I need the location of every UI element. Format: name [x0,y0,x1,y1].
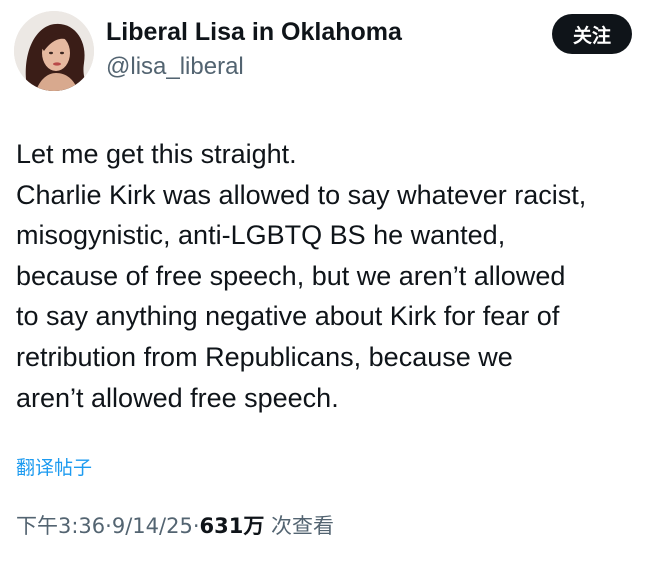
views-label: 次查看 [271,514,335,538]
post-text: Let me get this straight. Charlie Kirk w… [16,134,646,418]
post-text-line: to say anything negative about Kirk for … [16,301,560,332]
post-text-line: aren’t allowed free speech. [16,382,339,413]
views-count: 631万 [199,514,265,538]
post: Liberal Lisa in Oklahoma @lisa_liberal 关… [0,0,660,562]
post-text-line: Charlie Kirk was allowed to say whatever… [16,179,587,210]
translate-post-link[interactable]: 翻译帖子 [16,453,92,480]
meta-separator: · [105,514,112,538]
post-text-line: Let me get this straight. [16,139,297,169]
display-name[interactable]: Liberal Lisa in Oklahoma [106,18,402,47]
post-text-line: retribution from Republicans, because we [16,341,513,372]
meta-separator: · [192,514,200,538]
post-text-line: because of free speech, but we aren’t al… [16,260,566,291]
avatar[interactable] [14,11,94,91]
post-time[interactable]: 下午3:36 [16,514,105,538]
follow-button[interactable]: 关注 [552,14,632,54]
user-handle[interactable]: @lisa_liberal [106,53,244,81]
post-date[interactable]: 9/14/25 [112,514,193,538]
post-meta: 下午3:36·9/14/25·631万 次查看 [16,510,334,540]
post-text-line: misogynistic, anti-LGBTQ BS he wanted, [16,220,506,251]
profile-photo-icon [14,11,94,91]
